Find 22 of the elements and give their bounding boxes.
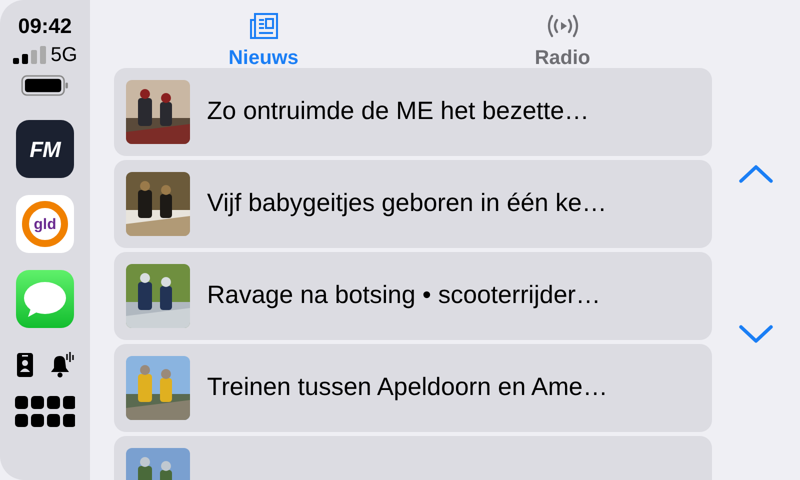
news-item[interactable]: Ravage na botsing • scooterrijder… — [114, 252, 712, 340]
news-item[interactable]: Vijf babygeitjes geboren in één ke… — [114, 160, 712, 248]
app-icon[interactable]: gld — [16, 195, 74, 253]
newspaper-icon — [248, 10, 280, 42]
contact-card-icon — [16, 352, 34, 378]
signal-icon — [12, 46, 47, 64]
app-icon[interactable]: FM — [16, 120, 74, 178]
news-item[interactable]: Zo ontruimde de ME het bezette… — [114, 68, 712, 156]
news-item[interactable]: Treinen tussen Apeldoorn en Ame… — [114, 344, 712, 432]
headline: Treinen tussen Apeldoorn en Ame… — [207, 372, 608, 404]
scroll-down-button[interactable] — [736, 324, 776, 344]
tab[interactable]: Radio — [413, 0, 712, 68]
messages-app-icon[interactable] — [16, 270, 74, 328]
headline: Ravage na botsing • scooterrijder… — [207, 280, 601, 312]
headline: Vijf babygeitjes geboren in één ke… — [207, 188, 607, 220]
headline: Zo ontruimde de ME het bezette… — [207, 96, 590, 128]
app-grid-icon[interactable] — [15, 396, 75, 430]
clock: 09:42 — [18, 16, 72, 37]
bell-icon — [48, 352, 74, 378]
network-type: 5G — [50, 45, 78, 65]
battery-icon — [21, 75, 69, 96]
scroll-up-button[interactable] — [736, 164, 776, 184]
